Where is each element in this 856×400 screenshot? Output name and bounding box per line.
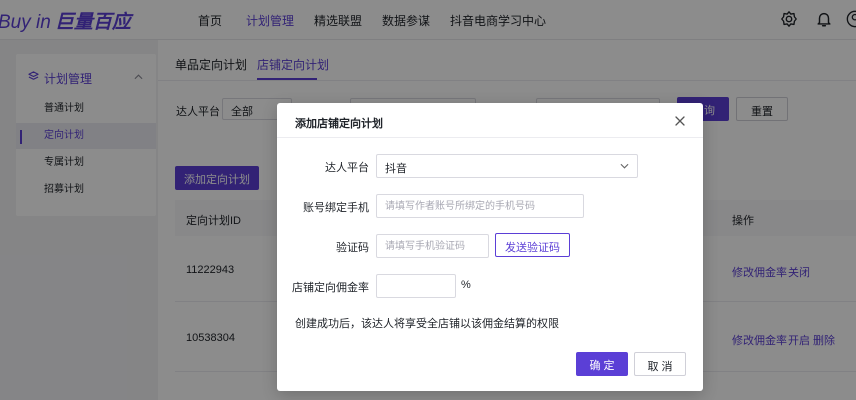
commission-rate-input[interactable] <box>376 274 456 298</box>
rate-label: 店铺定向佣金率 <box>292 282 369 294</box>
confirm-button[interactable]: 确 定 <box>576 352 628 376</box>
platform-select[interactable]: 抖音 <box>376 154 638 178</box>
cancel-button[interactable]: 取 消 <box>634 352 686 376</box>
dialog-title: 添加店铺定向计划 <box>295 118 383 130</box>
platform-value: 抖音 <box>385 163 407 175</box>
send-code-button[interactable]: 发送验证码 <box>495 233 570 257</box>
platform-label: 达人平台 <box>325 162 369 174</box>
chevron-down-icon <box>620 163 629 169</box>
close-icon[interactable] <box>673 114 687 128</box>
code-label: 验证码 <box>336 242 369 254</box>
verification-code-input[interactable] <box>376 234 489 258</box>
add-store-plan-dialog: 添加店铺定向计划 达人平台 抖音 账号绑定手机 验证码 发送验证码 店铺定向佣金… <box>277 103 703 391</box>
dialog-note: 创建成功后，该达人将享受全店铺以该佣金结算的权限 <box>295 318 559 330</box>
phone-label: 账号绑定手机 <box>303 202 369 214</box>
phone-input[interactable] <box>376 194 584 218</box>
dialog-divider <box>277 137 703 138</box>
percent-unit: % <box>461 279 471 291</box>
